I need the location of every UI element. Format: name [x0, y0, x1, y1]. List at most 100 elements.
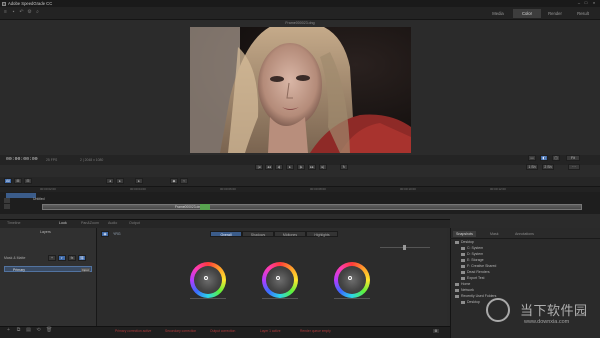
- resolution-label: 2 | 2048 x 1080: [80, 158, 104, 162]
- gain-slider[interactable]: [334, 298, 370, 299]
- tree-item[interactable]: Dead Renders: [461, 270, 490, 275]
- panel-settings-button[interactable]: ⚙: [432, 328, 440, 334]
- tree-item[interactable]: Home: [455, 282, 470, 287]
- save-icon[interactable]: ▪: [11, 10, 16, 15]
- next-frame-button[interactable]: ▸▸: [308, 164, 316, 170]
- wheel-indicator[interactable]: [276, 276, 280, 280]
- ruler-tick: 00:00:06:00: [220, 187, 236, 191]
- tab-media[interactable]: Media: [484, 9, 512, 18]
- segment-midtones[interactable]: Midtones: [274, 231, 306, 237]
- viewer-layout-button[interactable]: ▭: [528, 155, 536, 161]
- tree-item[interactable]: E: Storage: [461, 258, 484, 263]
- loop-button[interactable]: ↻: [340, 164, 348, 170]
- layer-mode-button[interactable]: ◐: [58, 255, 66, 261]
- tab-result[interactable]: Result: [569, 9, 597, 18]
- add-layer-icon[interactable]: +: [6, 328, 11, 333]
- step-forward-button[interactable]: |▸: [297, 164, 305, 170]
- settings-icon[interactable]: ⚙: [27, 10, 32, 15]
- tab-audio[interactable]: Audio: [105, 220, 120, 227]
- tab-annotations[interactable]: Annotations: [512, 231, 537, 237]
- segment-shadows[interactable]: Shadows: [242, 231, 274, 237]
- layer-link-button[interactable]: ⛓: [78, 255, 86, 261]
- tab-mask[interactable]: Mask: [487, 231, 502, 237]
- portrait-image: [190, 27, 411, 153]
- track-eye-icon[interactable]: [4, 204, 10, 209]
- tl-next-button[interactable]: ▸: [116, 178, 124, 184]
- step-back-button[interactable]: ◂|: [275, 164, 283, 170]
- color-mode-label: YRG: [113, 232, 121, 236]
- range-right-button[interactable]: 2 Sh: [542, 164, 554, 170]
- copy-icon[interactable]: ⧉: [16, 328, 21, 333]
- tab-pan-zoom[interactable]: Pan&Zoom: [78, 220, 102, 227]
- play-button[interactable]: ▸: [286, 164, 294, 170]
- ruler-tick: 00:00:12:00: [490, 187, 506, 191]
- tree-item[interactable]: Export Test: [461, 276, 484, 281]
- tree-item[interactable]: C: System: [461, 246, 483, 251]
- layer-row-primary[interactable]: Primary Input: [4, 266, 92, 272]
- paste-icon[interactable]: ▤: [26, 328, 31, 333]
- menu-icon[interactable]: ≡: [3, 10, 8, 15]
- tl-play-button[interactable]: ▸: [135, 178, 143, 184]
- wheel-indicator[interactable]: [348, 276, 352, 280]
- reset-icon[interactable]: ⟲: [36, 328, 41, 333]
- layer-add-button[interactable]: +: [48, 255, 56, 261]
- timeline-all-button[interactable]: All: [4, 178, 12, 184]
- tree-item[interactable]: Desktop: [461, 300, 480, 305]
- options-button[interactable]: ⋯: [568, 164, 580, 170]
- go-end-button[interactable]: ▸|: [319, 164, 327, 170]
- maximize-icon[interactable]: □: [584, 1, 588, 5]
- segment-highlights[interactable]: Highlights: [306, 231, 338, 237]
- close-icon[interactable]: ×: [592, 1, 596, 5]
- tab-timeline[interactable]: Timeline: [4, 220, 23, 227]
- prev-frame-button[interactable]: ◂◂: [265, 164, 273, 170]
- timeline-tracks[interactable]: [0, 192, 600, 214]
- wheel-indicator[interactable]: [204, 276, 208, 280]
- offset-slider[interactable]: [190, 298, 226, 299]
- gamma-slider[interactable]: [262, 298, 298, 299]
- range-left-button[interactable]: 1 Sh: [526, 164, 538, 170]
- tree-item[interactable]: Desktop: [455, 240, 474, 245]
- status-text: Primary correction active: [115, 329, 152, 333]
- timeline-tool-1[interactable]: ⊞: [14, 178, 22, 184]
- tab-output[interactable]: Output: [126, 220, 143, 227]
- timeline-clip[interactable]: [42, 204, 582, 210]
- title-bar: [0, 0, 600, 7]
- track-header[interactable]: [6, 193, 36, 198]
- tl-prev-button[interactable]: ◂: [106, 178, 114, 184]
- go-start-button[interactable]: |◂: [255, 164, 263, 170]
- zoom-select[interactable]: Fit: [566, 155, 580, 161]
- tab-render[interactable]: Render: [541, 9, 569, 18]
- viewer-mode-button[interactable]: ◧: [540, 155, 548, 161]
- viewer-split-button[interactable]: ◫: [552, 155, 560, 161]
- search-icon[interactable]: ⌕: [35, 10, 40, 15]
- panel-divider: [450, 238, 600, 239]
- track-lock-icon[interactable]: [4, 198, 10, 203]
- color-wheel-offset[interactable]: [190, 262, 226, 298]
- tree-item[interactable]: F: Creative Shared: [461, 264, 496, 269]
- frame-filename: Frame000023.dng: [285, 21, 315, 25]
- color-wheel-gain[interactable]: [334, 262, 370, 298]
- layer-fx-button[interactable]: fx: [68, 255, 76, 261]
- minimize-icon[interactable]: –: [577, 1, 581, 5]
- tl-mark-button[interactable]: ◆: [170, 178, 178, 184]
- ruler-tick: 00:00:02:00: [40, 187, 56, 191]
- tab-snapshots[interactable]: Snapshots: [453, 231, 476, 237]
- color-mode-toggle[interactable]: ◉: [101, 231, 109, 237]
- tree-item[interactable]: Network: [455, 288, 474, 293]
- video-frame[interactable]: [190, 27, 411, 153]
- status-text: Layer 1 active: [260, 329, 281, 333]
- tree-item[interactable]: D: System: [461, 252, 483, 257]
- tree-item[interactable]: Recently Used Folders: [455, 294, 496, 299]
- master-slider-handle[interactable]: [403, 245, 406, 250]
- segment-overall[interactable]: Overall: [210, 231, 242, 237]
- color-wheel-gamma[interactable]: [262, 262, 298, 298]
- wheel-center: [338, 266, 366, 294]
- tl-snap-button[interactable]: ⌁: [180, 178, 188, 184]
- trash-icon[interactable]: 🗑: [46, 328, 52, 333]
- wheel-center: [194, 266, 222, 294]
- tab-look[interactable]: Look: [56, 220, 70, 227]
- status-text: Secondary correction: [165, 329, 197, 333]
- tab-color[interactable]: Color: [513, 9, 541, 18]
- timeline-tool-2[interactable]: ⊟: [24, 178, 32, 184]
- undo-icon[interactable]: ↶: [19, 10, 24, 15]
